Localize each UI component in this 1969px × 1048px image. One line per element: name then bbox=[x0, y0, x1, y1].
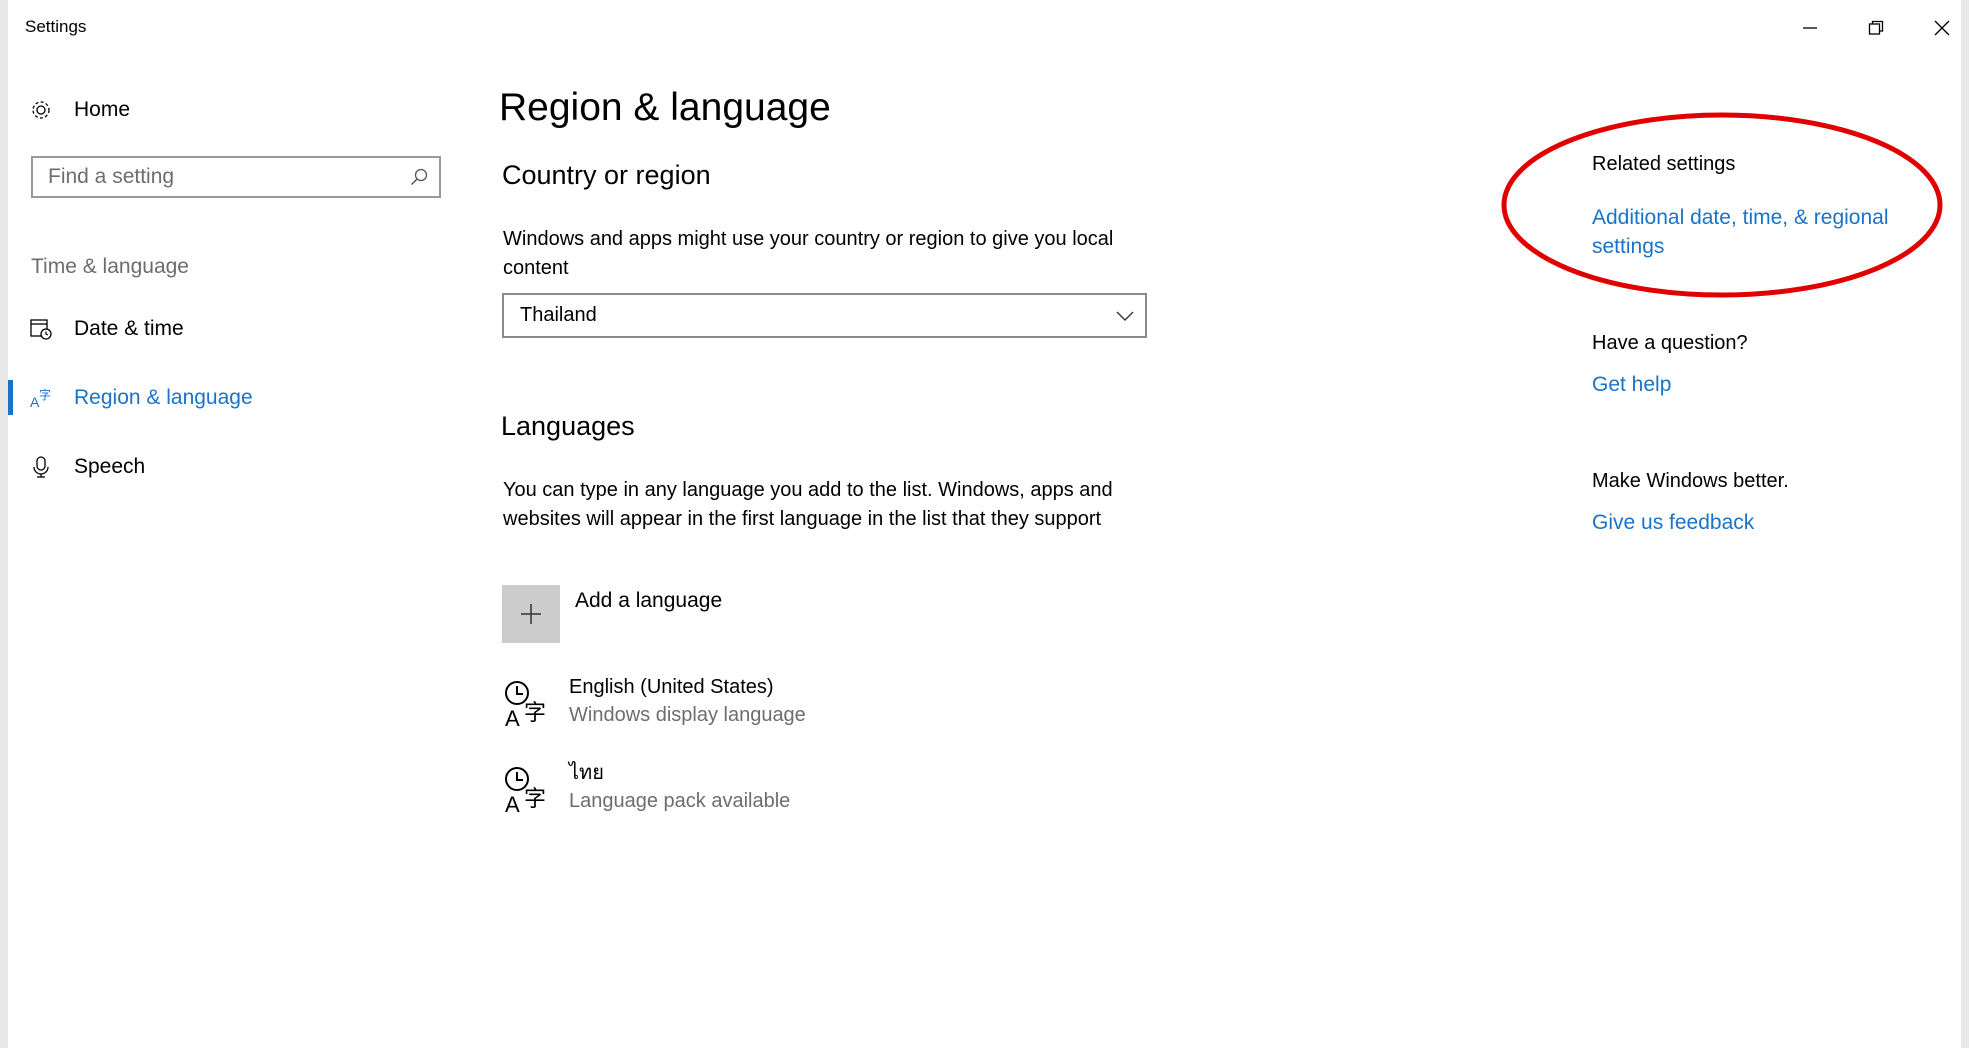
language-icon: A字 bbox=[28, 385, 54, 411]
language-status: Windows display language bbox=[569, 704, 806, 726]
add-language-label: Add a language bbox=[575, 589, 723, 612]
feedback-heading: Make Windows better. bbox=[1592, 470, 1789, 492]
chevron-down-icon bbox=[1105, 310, 1145, 322]
language-name: ไทย bbox=[569, 762, 604, 784]
search-box[interactable] bbox=[31, 156, 441, 198]
svg-text:A: A bbox=[505, 792, 520, 814]
minimize-button[interactable] bbox=[1780, 8, 1840, 48]
get-help-link[interactable]: Get help bbox=[1592, 370, 1671, 399]
microphone-icon bbox=[28, 454, 54, 480]
add-language-button[interactable]: Add a language bbox=[502, 585, 722, 643]
language-item-thai[interactable]: A字 ไทย Language pack available bbox=[502, 759, 790, 821]
country-select[interactable]: Thailand bbox=[502, 293, 1147, 338]
svg-text:字: 字 bbox=[524, 787, 546, 812]
minimize-icon bbox=[1803, 27, 1817, 29]
close-button[interactable] bbox=[1912, 8, 1969, 48]
language-status: Language pack available bbox=[569, 790, 791, 812]
plus-icon bbox=[502, 585, 560, 643]
country-heading: Country or region bbox=[502, 160, 711, 190]
additional-regional-settings-link[interactable]: Additional date, time, & regional settin… bbox=[1592, 203, 1922, 261]
calendar-clock-icon bbox=[28, 316, 54, 342]
svg-text:A: A bbox=[505, 706, 520, 728]
svg-text:字: 字 bbox=[39, 387, 51, 402]
sidebar-item-label: Date & time bbox=[74, 317, 184, 340]
window-left-border bbox=[0, 0, 8, 1048]
search-input[interactable] bbox=[33, 164, 399, 190]
window-title: Settings bbox=[25, 17, 87, 36]
languages-description: You can type in any language you add to … bbox=[503, 479, 1113, 530]
restore-button[interactable] bbox=[1846, 8, 1906, 48]
sidebar-item-speech[interactable]: Speech bbox=[28, 447, 428, 487]
sidebar-item-label: Region & language bbox=[74, 386, 253, 409]
active-indicator bbox=[8, 380, 13, 415]
language-pack-icon: A字 bbox=[502, 677, 552, 729]
restore-icon bbox=[1868, 20, 1884, 35]
language-pack-icon: A字 bbox=[502, 763, 552, 815]
section-label: Time & language bbox=[31, 255, 189, 278]
sidebar-item-label: Speech bbox=[74, 455, 146, 478]
svg-text:字: 字 bbox=[524, 701, 546, 726]
nav-home-label: Home bbox=[74, 98, 131, 121]
window-right-border bbox=[1961, 0, 1969, 1048]
country-select-value: Thailand bbox=[520, 304, 597, 326]
gear-icon bbox=[28, 97, 54, 123]
related-settings-heading: Related settings bbox=[1592, 153, 1736, 175]
search-icon[interactable] bbox=[399, 157, 439, 197]
close-icon bbox=[1934, 20, 1950, 36]
country-description: Windows and apps might use your country … bbox=[503, 228, 1114, 279]
language-item-english[interactable]: A字 English (United States) Windows displ… bbox=[502, 673, 806, 735]
languages-heading: Languages bbox=[501, 411, 635, 441]
sidebar-item-date-time[interactable]: Date & time bbox=[28, 309, 428, 349]
language-name: English (United States) bbox=[569, 676, 774, 698]
question-heading: Have a question? bbox=[1592, 332, 1748, 354]
sidebar-item-region-language[interactable]: A字 Region & language bbox=[28, 378, 428, 418]
give-feedback-link[interactable]: Give us feedback bbox=[1592, 508, 1754, 537]
nav-home[interactable]: Home bbox=[28, 92, 408, 128]
page-title: Region & language bbox=[499, 86, 831, 129]
